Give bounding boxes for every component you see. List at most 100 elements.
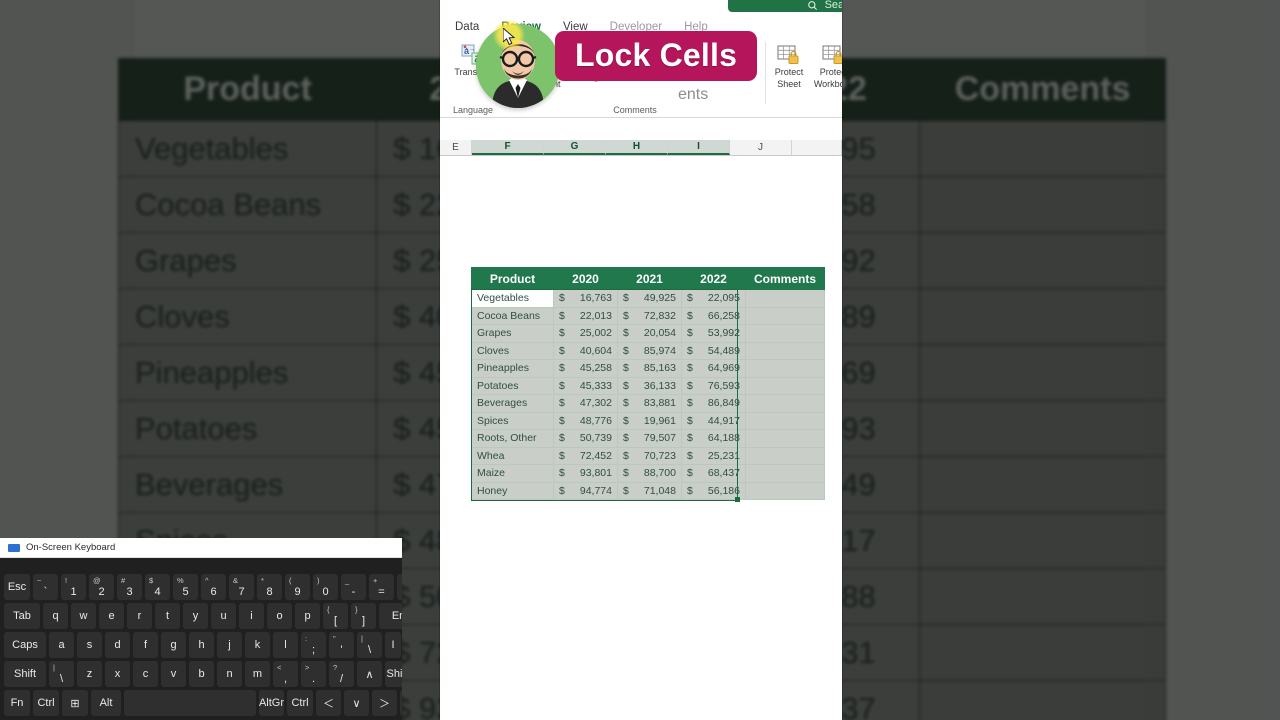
key-j[interactable]: j <box>217 632 242 658</box>
protect-workbook-button[interactable]: Protect Workbook <box>812 44 842 89</box>
key-[interactable]: ＞ <box>372 690 397 716</box>
key-r[interactable]: r <box>127 603 152 629</box>
cell-product[interactable]: Pineapples <box>471 359 554 378</box>
key-x[interactable]: x <box>105 661 130 687</box>
cell-product[interactable]: Vegetables <box>471 289 554 308</box>
table-row[interactable]: Grapes $25,002 $20,054 $53,992 <box>471 324 826 343</box>
cell-comments[interactable] <box>744 481 826 500</box>
column-header-H[interactable]: H <box>606 140 668 155</box>
table-row[interactable]: Vegetables $16,763 $49,925 $22,095 <box>471 289 826 308</box>
key-Tab[interactable]: Tab <box>4 603 40 629</box>
key-[interactable]: ▤ <box>400 690 402 716</box>
key-[interactable]: {[ <box>323 603 348 629</box>
key-Esc[interactable]: Esc <box>4 574 30 600</box>
key-n[interactable]: n <box>217 661 242 687</box>
key-Ctrl[interactable]: Ctrl <box>33 690 59 716</box>
key-1[interactable]: ! 1 <box>61 574 86 600</box>
cell-value-2021[interactable]: $79,507 <box>617 429 682 448</box>
key-7[interactable]: & 7 <box>229 574 254 600</box>
key-9[interactable]: (9 <box>285 574 310 600</box>
key-3[interactable]: #3 <box>117 574 142 600</box>
cell-comments[interactable] <box>744 464 826 483</box>
cell-product[interactable]: Spices <box>471 411 554 430</box>
key-AltGr[interactable]: AltGr <box>259 690 284 716</box>
cell-value-2022[interactable]: $86,849 <box>681 394 746 413</box>
column-header-E[interactable]: E <box>440 140 472 155</box>
cell-value-2021[interactable]: $19,961 <box>617 411 682 430</box>
key-[interactable]: ~ ` <box>33 574 58 600</box>
cell-comments[interactable] <box>744 446 826 465</box>
key-i[interactable]: i <box>239 603 264 629</box>
key-o[interactable]: o <box>267 603 292 629</box>
spreadsheet-selection-area[interactable]: Product 2020 2021 2022 Comments Vegetabl… <box>471 267 826 500</box>
key-[interactable]: }] <box>351 603 376 629</box>
key-[interactable]: ∧ <box>357 661 382 687</box>
key-a[interactable]: a <box>49 632 74 658</box>
cell-value-2020[interactable]: $94,774 <box>553 481 618 500</box>
column-header-blank[interactable] <box>792 140 842 155</box>
key-[interactable]: ＜ <box>316 690 341 716</box>
key-Alt[interactable]: Alt <box>91 690 121 716</box>
table-row[interactable]: Whea $72,452 $70,723 $25,231 <box>471 446 826 465</box>
cell-value-2021[interactable]: $49,925 <box>617 289 682 308</box>
cell-value-2020[interactable]: $50,739 <box>553 429 618 448</box>
cell-value-2022[interactable]: $53,992 <box>681 324 746 343</box>
key-k[interactable]: k <box>245 632 270 658</box>
cell-value-2021[interactable]: $88,700 <box>617 464 682 483</box>
key-[interactable]: + = <box>369 574 394 600</box>
cell-value-2020[interactable]: $40,604 <box>553 341 618 360</box>
key-I[interactable]: I <box>385 632 401 658</box>
cell-product[interactable]: Roots, Other <box>471 429 554 448</box>
cell-comments[interactable] <box>744 306 826 325</box>
key-[interactable]: " ' <box>329 632 354 658</box>
key-Enter[interactable]: Enter <box>379 603 402 629</box>
key-[interactable]: >. <box>301 661 326 687</box>
key-[interactable]: :; <box>301 632 326 658</box>
key-s[interactable]: s <box>77 632 102 658</box>
key-[interactable]: ⊞ <box>62 690 88 716</box>
key-d[interactable]: d <box>105 632 130 658</box>
key-f[interactable]: f <box>133 632 158 658</box>
spreadsheet-table[interactable]: Product 2020 2021 2022 Comments Vegetabl… <box>471 267 826 500</box>
key-Ctrl[interactable]: Ctrl <box>287 690 313 716</box>
key-Shift[interactable]: Shift <box>385 661 402 687</box>
table-row[interactable]: Pineapples $45,258 $85,163 $64,969 <box>471 359 826 378</box>
cell-value-2021[interactable]: $85,163 <box>617 359 682 378</box>
key-c[interactable]: c <box>133 661 158 687</box>
key-y[interactable]: y <box>183 603 208 629</box>
key-[interactable]: ? / <box>329 661 354 687</box>
key-l[interactable]: l <box>273 632 298 658</box>
cell-value-2022[interactable]: $44,917 <box>681 411 746 430</box>
key-p[interactable]: p <box>295 603 320 629</box>
cell-value-2022[interactable]: $22,095 <box>681 289 746 308</box>
cell-comments[interactable] <box>744 429 826 448</box>
cell-value-2021[interactable]: $70,723 <box>617 446 682 465</box>
key-g[interactable]: g <box>161 632 186 658</box>
key-6[interactable]: ^ 6 <box>201 574 226 600</box>
search-input[interactable]: Search <box>728 0 842 12</box>
cell-value-2020[interactable]: $16,763 <box>553 289 618 308</box>
cell-comments[interactable] <box>744 359 826 378</box>
cell-value-2020[interactable]: $48,776 <box>553 411 618 430</box>
cell-comments[interactable] <box>744 324 826 343</box>
cell-value-2021[interactable]: $36,133 <box>617 376 682 395</box>
fill-handle[interactable] <box>735 497 740 502</box>
table-row[interactable]: Roots, Other $50,739 $79,507 $64,188 <box>471 429 826 448</box>
key-2[interactable]: @2 <box>89 574 114 600</box>
on-screen-keyboard[interactable]: On-Screen Keyboard Esc ~ `! 1 @2 #3 $4% 5 ^ 6 & 7 * 8… <box>0 538 402 720</box>
keyboard-keys[interactable]: Esc~`!1@2#3$4%5^6&7*8(9)0_-+=⌫HTabqwerty… <box>0 558 402 720</box>
cell-product[interactable]: Potatoes <box>471 376 554 395</box>
cell-value-2022[interactable]: $68,437 <box>681 464 746 483</box>
cell-comments[interactable] <box>744 394 826 413</box>
cell-product[interactable]: Maize <box>471 464 554 483</box>
cell-comments[interactable] <box>744 376 826 395</box>
key-Shift[interactable]: Shift <box>4 661 46 687</box>
key-q[interactable]: q <box>43 603 68 629</box>
key-Fn[interactable]: Fn <box>4 690 30 716</box>
table-row[interactable]: Potatoes $45,333 $36,133 $76,593 <box>471 376 826 395</box>
key-8[interactable]: * 8 <box>257 574 282 600</box>
key-h[interactable]: h <box>189 632 214 658</box>
table-row[interactable]: Maize $93,801 $88,700 $68,437 <box>471 464 826 483</box>
cell-value-2020[interactable]: $25,002 <box>553 324 618 343</box>
cell-value-2021[interactable]: $71,048 <box>617 481 682 500</box>
